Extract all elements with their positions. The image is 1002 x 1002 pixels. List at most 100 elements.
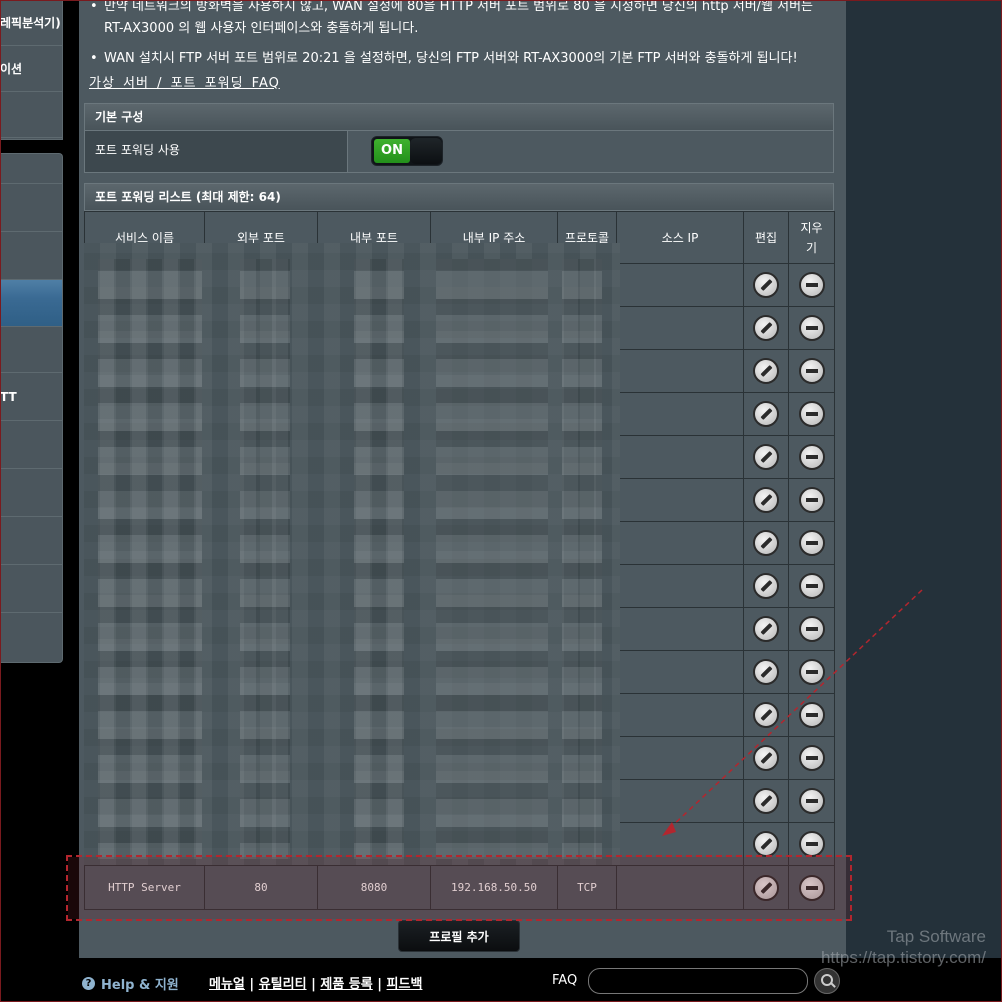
- delete-cell: [788, 435, 835, 479]
- cell-source-ip: [616, 263, 744, 307]
- delete-minus-icon[interactable]: [798, 659, 825, 685]
- edit-pencil-icon[interactable]: [753, 874, 779, 901]
- nav-item-iptt[interactable]: TT: [0, 373, 62, 421]
- table-row: HTTP Server 80 8080 192.168.50.50 TCP: [84, 865, 835, 910]
- delete-minus-icon[interactable]: [798, 702, 825, 728]
- cell-source-ip: [616, 607, 744, 651]
- edit-pencil-icon[interactable]: [753, 315, 779, 341]
- nav-item[interactable]: [0, 469, 62, 517]
- delete-minus-icon[interactable]: [798, 358, 825, 384]
- product-registration-link[interactable]: 제품 등록: [320, 977, 372, 992]
- delete-cell: [788, 306, 835, 350]
- delete-minus-icon[interactable]: [798, 788, 825, 814]
- col-source-ip[interactable]: 소스 IP: [616, 211, 744, 264]
- edit-pencil-icon[interactable]: [753, 530, 779, 556]
- nav-item[interactable]: [0, 517, 62, 565]
- mosaic-column: [354, 259, 404, 859]
- delete-cell: [788, 478, 835, 522]
- cell-source-ip: [616, 779, 744, 823]
- nav-item-blank[interactable]: [0, 92, 62, 138]
- delete-cell: [788, 392, 835, 436]
- edit-pencil-icon[interactable]: [753, 272, 779, 298]
- add-profile-button[interactable]: 프로필 추가: [398, 920, 520, 952]
- mosaic-column: [562, 259, 602, 859]
- delete-minus-icon[interactable]: [798, 874, 825, 901]
- redacted-entries-mosaic: [84, 243, 620, 865]
- left-nav-advanced: TT: [0, 153, 63, 663]
- edit-pencil-icon[interactable]: [753, 444, 779, 470]
- nav-item[interactable]: [0, 421, 62, 469]
- edit-cell: [743, 650, 789, 694]
- cell-source-ip: [616, 822, 744, 866]
- delete-minus-icon[interactable]: [798, 401, 825, 427]
- edit-pencil-icon[interactable]: [753, 745, 779, 771]
- feedback-link[interactable]: 피드백: [387, 977, 423, 992]
- edit-pencil-icon[interactable]: [753, 358, 779, 384]
- edit-cell: [743, 478, 789, 522]
- edit-pencil-icon[interactable]: [753, 616, 779, 642]
- nav-item[interactable]: [0, 232, 62, 280]
- left-nav-top: 레픽분석기) 이션: [0, 0, 63, 140]
- faq-link-port-forwarding[interactable]: 가상 서버 / 포트 포워딩 FAQ: [89, 72, 280, 91]
- mosaic-column: [240, 259, 290, 859]
- utility-link[interactable]: 유틸리티: [259, 977, 307, 992]
- faq-search-input[interactable]: [588, 968, 808, 994]
- cell-internal-port: 8080: [317, 865, 431, 910]
- nav-item[interactable]: [0, 327, 62, 373]
- cell-external-port: 80: [204, 865, 318, 910]
- enable-port-forwarding-label: 포트 포워딩 사용: [85, 131, 348, 172]
- col-delete: 지우기: [788, 211, 835, 264]
- edit-pencil-icon[interactable]: [753, 401, 779, 427]
- search-icon[interactable]: [814, 968, 840, 994]
- basic-config-header: 기본 구성: [84, 103, 834, 131]
- watermark-title: Tap Software: [886, 927, 986, 946]
- nav-item[interactable]: [0, 184, 62, 232]
- cell-protocol: TCP: [557, 865, 617, 910]
- cell-source-ip: [616, 392, 744, 436]
- nav-item-application[interactable]: 이션: [0, 46, 62, 92]
- toggle-on-label: ON: [374, 139, 410, 163]
- question-icon: ?: [82, 977, 95, 990]
- delete-minus-icon[interactable]: [798, 616, 825, 642]
- port-forwarding-toggle[interactable]: ON: [371, 136, 443, 166]
- edit-pencil-icon[interactable]: [753, 487, 779, 513]
- delete-cell: [788, 521, 835, 565]
- delete-minus-icon[interactable]: [798, 315, 825, 341]
- delete-minus-icon[interactable]: [798, 487, 825, 513]
- help-support-link[interactable]: ? Help & 지원: [82, 974, 179, 993]
- cell-service-name: HTTP Server: [84, 865, 205, 910]
- nav-item-traffic-analyzer[interactable]: 레픽분석기): [0, 0, 62, 46]
- footer-links: 메뉴얼 | 유틸리티 | 제품 등록 | 피드백: [209, 977, 423, 992]
- nav-item-wan-active[interactable]: [0, 280, 62, 327]
- delete-cell: [788, 779, 835, 823]
- delete-minus-icon[interactable]: [798, 745, 825, 771]
- edit-pencil-icon[interactable]: [753, 573, 779, 599]
- edit-cell: [743, 607, 789, 651]
- note-ftp-conflict: WAN 설치시 FTP 서버 포트 범위로 20:21 을 설정하면, 당신의 …: [88, 48, 798, 70]
- manual-link[interactable]: 메뉴얼: [209, 977, 245, 992]
- mosaic-column: [98, 259, 202, 859]
- edit-cell: [743, 779, 789, 823]
- delete-minus-icon[interactable]: [798, 831, 825, 857]
- delete-minus-icon[interactable]: [798, 272, 825, 298]
- nav-item[interactable]: [0, 565, 62, 613]
- edit-pencil-icon[interactable]: [753, 788, 779, 814]
- delete-minus-icon[interactable]: [798, 573, 825, 599]
- delete-minus-icon[interactable]: [798, 444, 825, 470]
- edit-pencil-icon[interactable]: [753, 659, 779, 685]
- delete-cell: [788, 607, 835, 651]
- cell-source-ip: [616, 478, 744, 522]
- edit-cell: [743, 349, 789, 393]
- nav-item[interactable]: [0, 613, 62, 661]
- delete-cell: [788, 822, 835, 866]
- watermark: Tap Software https://tap.tistory.com/: [776, 926, 986, 968]
- delete-cell: [788, 865, 835, 910]
- cell-source-ip: [616, 650, 744, 694]
- delete-minus-icon[interactable]: [798, 530, 825, 556]
- mosaic-column: [436, 259, 548, 859]
- cell-source-ip: [616, 564, 744, 608]
- footer-faq-label: FAQ: [552, 973, 578, 988]
- edit-pencil-icon[interactable]: [753, 831, 779, 857]
- edit-pencil-icon[interactable]: [753, 702, 779, 728]
- watermark-url: https://tap.tistory.com/: [820, 948, 986, 967]
